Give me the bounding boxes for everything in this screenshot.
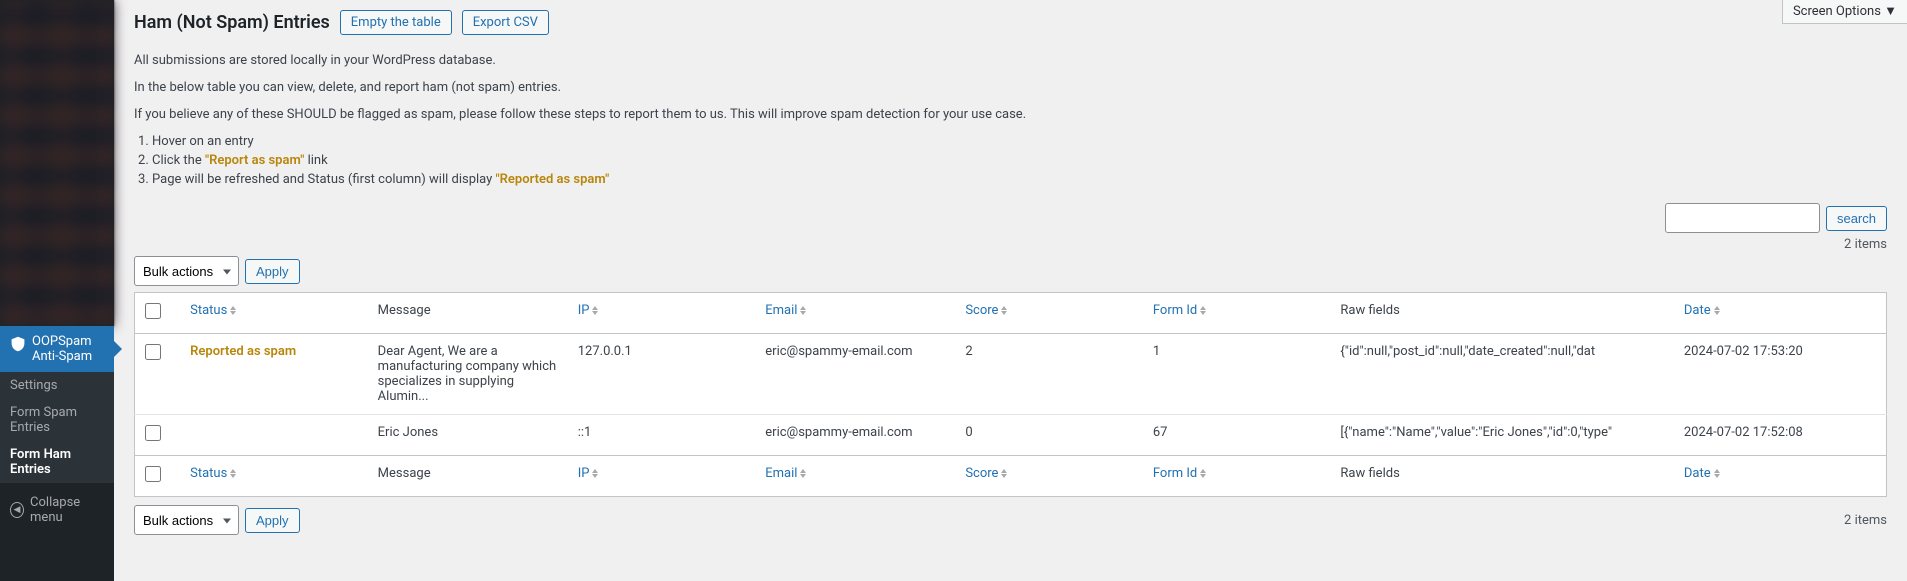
cell-ip: ::1 [568, 415, 756, 456]
col-date-header[interactable]: Date [1684, 303, 1711, 318]
sort-icon [1714, 306, 1720, 315]
bulk-actions-select-top[interactable]: Bulk actions [134, 256, 239, 286]
bulk-actions-select-bottom[interactable]: Bulk actions [134, 505, 239, 535]
report-as-spam-highlight: "Report as spam" [205, 153, 304, 168]
sidebar-item-label: OOPSpam Anti-Spam [32, 334, 106, 364]
sort-icon [1714, 469, 1720, 478]
col-raw-footer: Raw fields [1330, 456, 1673, 497]
sort-icon [592, 306, 598, 315]
select-all-top[interactable] [145, 303, 161, 319]
col-formid-footer[interactable]: Form Id [1153, 466, 1197, 481]
sidebar-submenu: Settings Form Spam Entries Form Ham Entr… [0, 372, 114, 483]
cell-score: 0 [955, 415, 1143, 456]
cell-email: eric@spammy-email.com [755, 415, 955, 456]
cell-raw: [{"name":"Name","value":"Eric Jones","id… [1330, 415, 1673, 456]
page-title: Ham (Not Spam) Entries [134, 12, 330, 33]
row-checkbox[interactable] [145, 344, 161, 360]
col-message-footer: Message [368, 456, 568, 497]
cell-formid: 67 [1143, 415, 1331, 456]
cell-score: 2 [955, 334, 1143, 415]
col-ip-header[interactable]: IP [578, 303, 590, 318]
search-bar-row: search [134, 203, 1887, 233]
cell-date: 2024-07-02 17:53:20 [1674, 334, 1887, 415]
col-ip-footer[interactable]: IP [578, 466, 590, 481]
intro-step-1: Hover on an entry [152, 134, 1887, 149]
cell-raw: {"id":null,"post_id":null,"date_created"… [1330, 334, 1673, 415]
search-button[interactable]: search [1826, 206, 1887, 231]
sort-icon [1001, 306, 1007, 315]
sort-icon [800, 469, 806, 478]
shield-icon [10, 336, 26, 352]
sort-icon [800, 306, 806, 315]
intro-text: All submissions are stored locally in yo… [134, 53, 1887, 187]
col-email-footer[interactable]: Email [765, 466, 797, 481]
cell-formid: 1 [1143, 334, 1331, 415]
col-raw-header: Raw fields [1330, 293, 1673, 334]
col-status-footer[interactable]: Status [190, 466, 227, 481]
empty-table-button[interactable]: Empty the table [340, 10, 452, 35]
export-csv-button[interactable]: Export CSV [462, 10, 549, 35]
intro-p1: All submissions are stored locally in yo… [134, 53, 1887, 68]
sort-icon [1001, 469, 1007, 478]
status-badge: Reported as spam [190, 344, 296, 359]
items-count-top: 2 items [134, 237, 1887, 252]
intro-step-2: Click the "Report as spam" link [152, 153, 1887, 168]
cell-message: Eric Jones [368, 415, 568, 456]
intro-p2: In the below table you can view, delete,… [134, 80, 1887, 95]
collapse-menu-button[interactable]: ◀ Collapse menu [0, 487, 114, 533]
submenu-spam-entries[interactable]: Form Spam Entries [0, 399, 114, 441]
col-score-footer[interactable]: Score [965, 466, 998, 481]
intro-steps: Hover on an entry Click the "Report as s… [152, 134, 1887, 187]
col-email-header[interactable]: Email [765, 303, 797, 318]
sidebar-item-oopspam[interactable]: OOPSpam Anti-Spam [0, 326, 114, 372]
col-date-footer[interactable]: Date [1684, 466, 1711, 481]
sort-icon [1200, 306, 1206, 315]
apply-button-bottom[interactable]: Apply [245, 508, 300, 533]
reported-as-spam-highlight: "Reported as spam" [496, 172, 610, 187]
cell-date: 2024-07-02 17:52:08 [1674, 415, 1887, 456]
collapse-icon: ◀ [10, 502, 24, 518]
col-message-header: Message [368, 293, 568, 334]
sort-icon [230, 469, 236, 478]
search-input[interactable] [1665, 203, 1820, 233]
sort-icon [1200, 469, 1206, 478]
select-all-bottom[interactable] [145, 466, 161, 482]
intro-p3: If you believe any of these SHOULD be fl… [134, 107, 1887, 122]
col-status-header[interactable]: Status [190, 303, 227, 318]
collapse-label: Collapse menu [30, 495, 104, 525]
admin-sidebar: OOPSpam Anti-Spam Settings Form Spam Ent… [0, 0, 114, 581]
apply-button-top[interactable]: Apply [245, 259, 300, 284]
screen-options-button[interactable]: Screen Options ▼ [1782, 0, 1907, 24]
cell-ip: 127.0.0.1 [568, 334, 756, 415]
items-count-bottom: 2 items [1844, 513, 1887, 528]
cell-message: Dear Agent, We are a manufacturing compa… [368, 334, 568, 415]
table-row[interactable]: Reported as spam Dear Agent, We are a ma… [135, 334, 1887, 415]
submenu-ham-entries[interactable]: Form Ham Entries [0, 441, 114, 483]
col-formid-header[interactable]: Form Id [1153, 303, 1197, 318]
page-header: Ham (Not Spam) Entries Empty the table E… [134, 0, 1887, 35]
submenu-settings[interactable]: Settings [0, 372, 114, 399]
sort-icon [230, 306, 236, 315]
bulk-actions-bottom: Bulk actions Apply [134, 505, 300, 535]
bulk-actions-top: Bulk actions Apply [134, 256, 1887, 286]
main-content: Screen Options ▼ Ham (Not Spam) Entries … [114, 0, 1907, 581]
tablenav-bottom: Bulk actions Apply 2 items [134, 505, 1887, 535]
row-checkbox[interactable] [145, 425, 161, 441]
entries-table: Status Message IP Email Score Form Id Ra… [134, 292, 1887, 497]
cell-email: eric@spammy-email.com [755, 334, 955, 415]
intro-step-3: Page will be refreshed and Status (first… [152, 172, 1887, 187]
col-score-header[interactable]: Score [965, 303, 998, 318]
sidebar-blurred-menu [0, 0, 114, 326]
table-row[interactable]: Eric Jones ::1 eric@spammy-email.com 0 6… [135, 415, 1887, 456]
sort-icon [592, 469, 598, 478]
